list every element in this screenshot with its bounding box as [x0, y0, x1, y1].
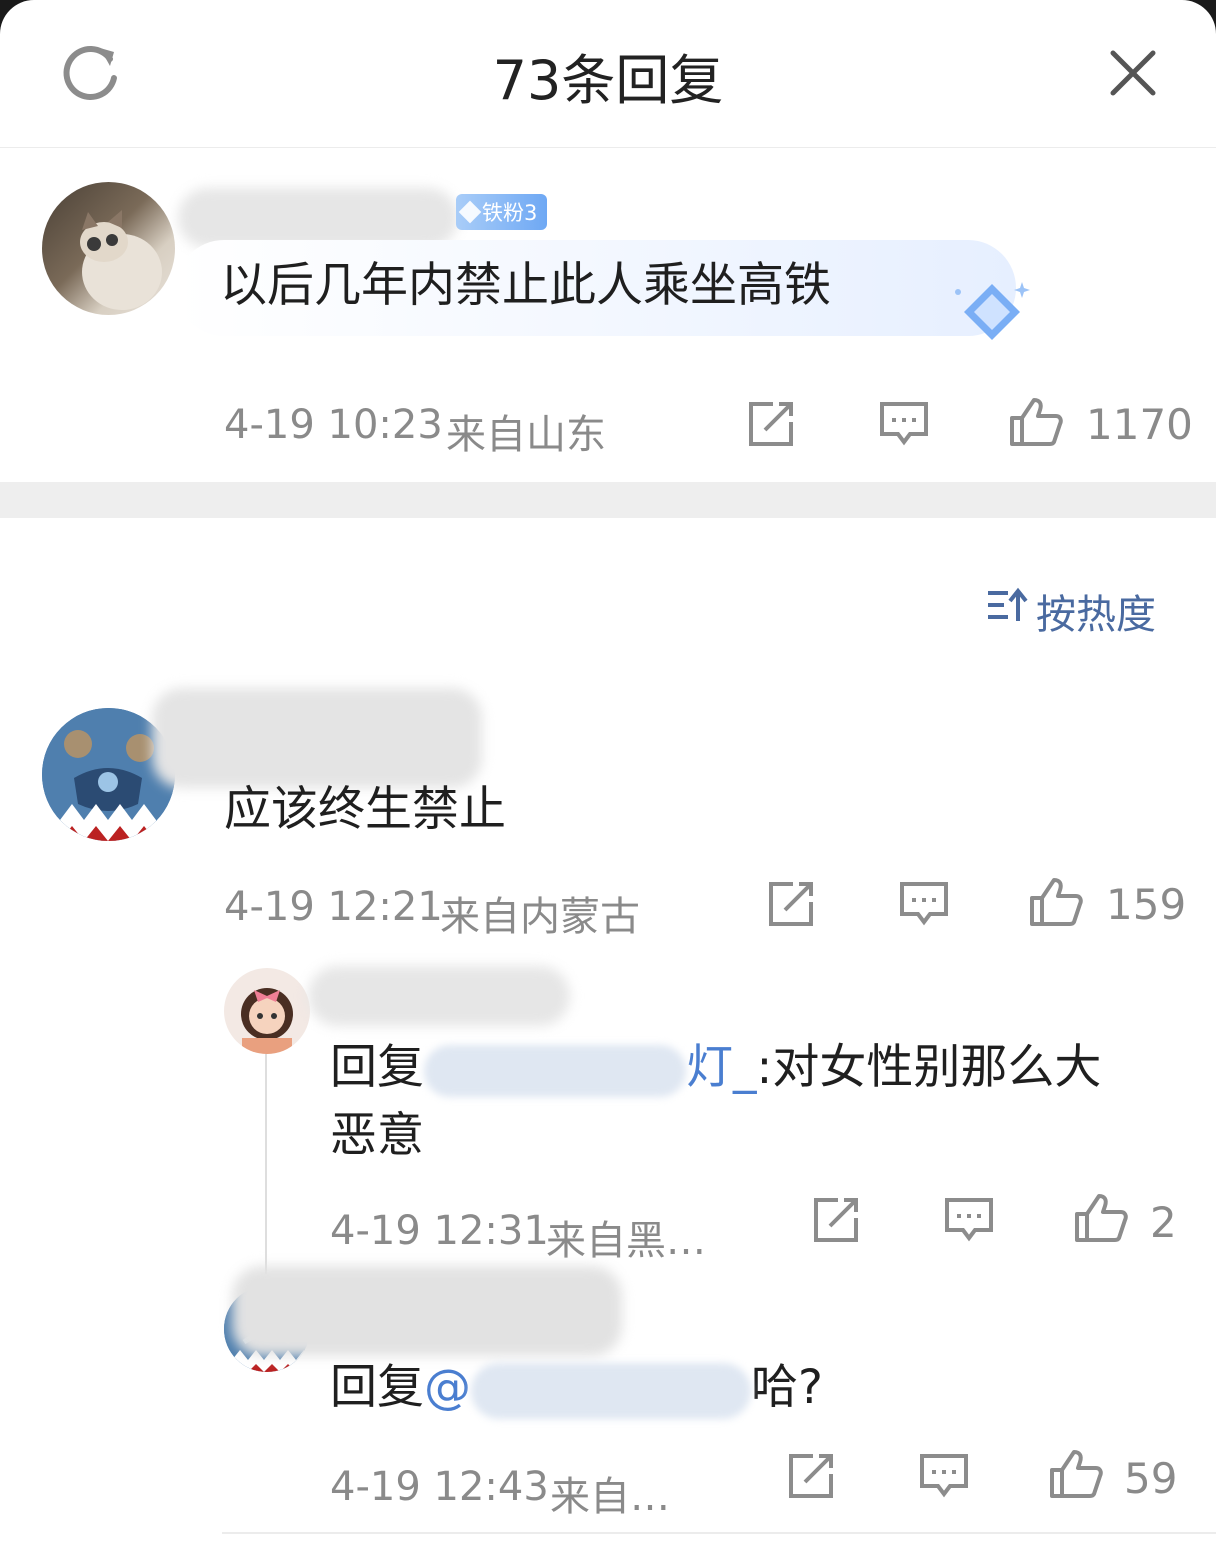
sort-icon [986, 587, 1030, 635]
comment-icon[interactable] [878, 400, 930, 448]
comment-icon[interactable] [943, 1196, 995, 1244]
reply-text: 哈? [751, 1360, 823, 1415]
share-icon[interactable] [765, 880, 817, 928]
reply-text: :对女性别那么大 [756, 1040, 1102, 1095]
comment-content: 以后几年内禁止此人乘坐高铁 [220, 258, 831, 313]
comment-time: 4-19 12:21 [224, 884, 443, 930]
avatar[interactable] [42, 182, 175, 315]
username-blurred[interactable] [178, 188, 458, 248]
like-count: 59 [1124, 1454, 1178, 1503]
username-blurred[interactable] [152, 688, 482, 788]
sort-button[interactable]: 按热度 [986, 582, 1156, 640]
like-count: 1170 [1086, 400, 1193, 449]
mention-link[interactable]: 灯_ [686, 1040, 757, 1095]
comment-time: 4-19 10:23 [224, 402, 443, 448]
username-blurred[interactable] [232, 1266, 622, 1356]
comment-time: 4-19 12:43 [330, 1464, 549, 1510]
comment-icon[interactable] [918, 1452, 970, 1500]
diamond-icon [950, 278, 1034, 352]
like-count: 2 [1150, 1198, 1177, 1247]
page-title: 73条回复 [492, 49, 724, 112]
username-blurred[interactable] [308, 966, 570, 1026]
like-icon[interactable] [1028, 876, 1084, 928]
mention-blurred[interactable] [424, 1044, 686, 1097]
like-count: 159 [1106, 880, 1187, 929]
mention-blurred[interactable] [471, 1362, 751, 1419]
reply-content-line2: 恶意 [330, 1108, 424, 1163]
replies-sheet: 73条回复 铁粉3 以后几年内禁止此人乘坐高铁 4-19 10:23 来自山东 … [0, 0, 1216, 1554]
sheet-header: 73条回复 [0, 0, 1216, 148]
sort-label: 按热度 [1036, 592, 1156, 638]
comment-icon[interactable] [898, 880, 950, 928]
section-divider [0, 482, 1216, 518]
share-icon[interactable] [785, 1452, 837, 1500]
comment-location: 来自黑… [546, 1218, 706, 1264]
like-icon[interactable] [1048, 1448, 1104, 1500]
comment-location: 来自山东 [446, 412, 606, 458]
comment-location: 来自… [550, 1474, 670, 1520]
close-icon[interactable] [1100, 40, 1166, 106]
reply-prefix: 回复 [330, 1360, 424, 1415]
comment-location: 来自内蒙古 [440, 894, 640, 940]
comment-time: 4-19 12:31 [330, 1208, 549, 1254]
diamond-icon [458, 200, 482, 224]
badge-label: 铁粉3 [482, 201, 538, 225]
like-icon[interactable] [1073, 1192, 1129, 1244]
share-icon[interactable] [745, 400, 797, 448]
divider [222, 1532, 1216, 1534]
reply-content: 回复@ 哈? [330, 1360, 823, 1419]
thread-line [265, 1052, 267, 1274]
comment-content: 应该终生禁止 [224, 782, 506, 837]
mention-link[interactable]: @ [424, 1360, 471, 1415]
reply-prefix: 回复 [330, 1040, 424, 1095]
reply-content: 回复 灯_:对女性别那么大 [330, 1040, 1101, 1097]
like-icon[interactable] [1008, 396, 1064, 448]
avatar[interactable] [224, 968, 310, 1054]
share-icon[interactable] [810, 1196, 862, 1244]
fan-badge: 铁粉3 [456, 194, 548, 230]
